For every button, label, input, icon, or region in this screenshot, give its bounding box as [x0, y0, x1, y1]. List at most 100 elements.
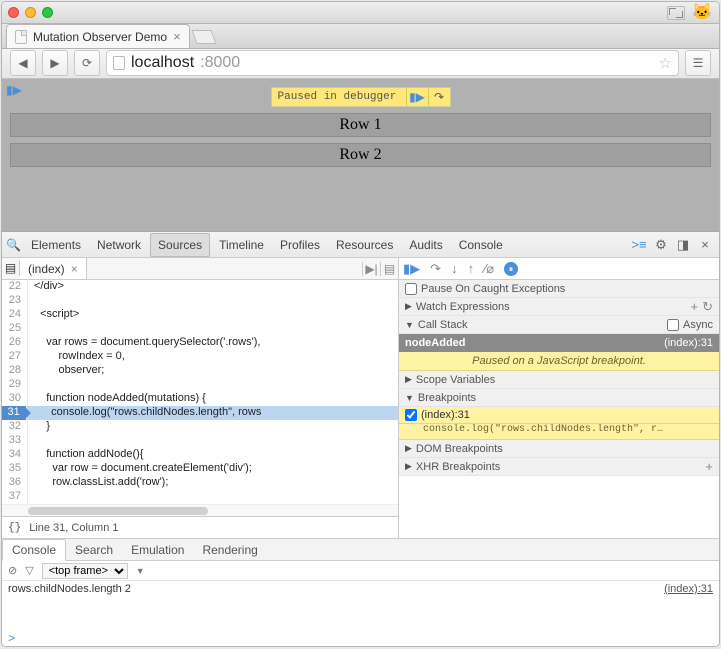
console-location[interactable]: (index):31: [664, 583, 713, 595]
reload-button[interactable]: ⟳: [74, 50, 100, 76]
pause-exceptions-row[interactable]: Pause On Caught Exceptions: [399, 280, 719, 298]
pause-exceptions-icon[interactable]: ⏸: [504, 262, 518, 276]
resume-button[interactable]: ▮▶: [403, 261, 420, 277]
callstack-frame[interactable]: nodeAdded (index):31: [399, 334, 719, 352]
scope-header[interactable]: ▶ Scope Variables: [399, 371, 719, 389]
deactivate-bp-icon[interactable]: ⁄⌀: [484, 261, 494, 277]
horizontal-scrollbar[interactable]: [2, 504, 398, 516]
close-file-icon[interactable]: ×: [71, 262, 78, 276]
drawer-tab-emulation[interactable]: Emulation: [122, 540, 193, 560]
pause-caught-checkbox[interactable]: [405, 283, 417, 295]
async-label: Async: [683, 319, 713, 331]
overlay-step-icon[interactable]: ↷: [428, 88, 450, 106]
callstack-header[interactable]: ▼ Call Stack Async: [399, 316, 719, 334]
close-devtools-icon[interactable]: ×: [695, 237, 715, 252]
fullscreen-icon[interactable]: [667, 6, 685, 20]
breakpoint-item[interactable]: (index):31: [399, 407, 719, 424]
add-watch-icon[interactable]: +: [691, 299, 699, 314]
clear-console-icon[interactable]: ⊘: [8, 564, 17, 577]
tab-console[interactable]: Console: [452, 234, 510, 256]
cursor-position: Line 31, Column 1: [29, 522, 118, 534]
resume-page-icon[interactable]: ▮▶: [6, 83, 22, 97]
source-tabs: ▤ (index) × ▶| ▤: [2, 258, 398, 280]
toggle-pane-icon[interactable]: ▤: [380, 262, 398, 276]
window-titlebar: 🐱: [2, 2, 719, 24]
step-into-icon[interactable]: ↓: [451, 261, 458, 276]
console-text: rows.childNodes.length 2: [8, 583, 131, 595]
tab-timeline[interactable]: Timeline: [212, 234, 271, 256]
breakpoint-detail: console.log("rows.childNodes.length", r…: [399, 424, 719, 440]
editor-status: {} Line 31, Column 1: [2, 516, 398, 538]
breakpoints-header[interactable]: ▼ Breakpoints: [399, 389, 719, 407]
overlay-resume-icon[interactable]: ▮▶: [406, 88, 428, 106]
code-editor[interactable]: 22</div>2324 <script>2526 var rows = doc…: [2, 280, 398, 504]
callstack-label: Call Stack: [418, 319, 468, 331]
page-icon: [15, 30, 27, 44]
refresh-watch-icon[interactable]: ↻: [702, 299, 713, 315]
breakpoint-checkbox[interactable]: [405, 409, 417, 421]
paused-reason: Paused on a JavaScript breakpoint.: [399, 352, 719, 371]
back-button[interactable]: ◀: [10, 50, 36, 76]
source-pane: ▤ (index) × ▶| ▤ 22</div>2324 <script>25…: [2, 258, 399, 538]
menu-button[interactable]: ☰: [685, 50, 711, 76]
tab-title: Mutation Observer Demo: [33, 30, 167, 44]
format-icon[interactable]: ▶|: [362, 262, 380, 276]
dom-bp-label: DOM Breakpoints: [416, 443, 503, 455]
tab-sources[interactable]: Sources: [150, 233, 210, 257]
scope-label: Scope Variables: [416, 374, 495, 386]
watch-header[interactable]: ▶ Watch Expressions + ↻: [399, 298, 719, 316]
show-drawer-icon[interactable]: >≡: [629, 237, 649, 252]
step-over-icon[interactable]: ↷: [430, 261, 441, 277]
browser-tab[interactable]: Mutation Observer Demo ×: [6, 24, 190, 48]
frame-dropdown-icon[interactable]: ▼: [136, 566, 145, 576]
dom-bp-header[interactable]: ▶ DOM Breakpoints: [399, 440, 719, 458]
drawer-tab-rendering[interactable]: Rendering: [193, 540, 266, 560]
address-bar[interactable]: localhost:8000 ☆: [106, 50, 679, 76]
drawer-tab-search[interactable]: Search: [66, 540, 122, 560]
add-xhr-bp-icon[interactable]: +: [705, 459, 713, 474]
frame-location: (index):31: [664, 337, 713, 349]
disclosure-icon: ▼: [405, 320, 414, 330]
async-checkbox[interactable]: [667, 319, 679, 331]
filter-icon[interactable]: ▽: [25, 564, 33, 577]
step-out-icon[interactable]: ↑: [468, 261, 475, 276]
bookmark-icon[interactable]: ☆: [659, 54, 672, 72]
forward-button[interactable]: ▶: [42, 50, 68, 76]
site-icon: [113, 56, 125, 70]
dock-icon[interactable]: ◨: [673, 237, 693, 253]
devtools-tabbar: 🔍 Elements Network Sources Timeline Prof…: [2, 232, 719, 258]
disclosure-icon: ▶: [405, 461, 412, 472]
console-prompt[interactable]: >: [2, 632, 719, 646]
breakpoints-label: Breakpoints: [418, 392, 476, 404]
tab-audits[interactable]: Audits: [402, 234, 449, 256]
drawer-tab-console[interactable]: Console: [2, 539, 66, 561]
tab-resources[interactable]: Resources: [329, 234, 400, 256]
zoom-icon[interactable]: [42, 7, 53, 18]
xhr-bp-header[interactable]: ▶ XHR Breakpoints +: [399, 458, 719, 476]
disclosure-icon: ▶: [405, 374, 412, 385]
xhr-bp-label: XHR Breakpoints: [416, 461, 500, 473]
disclosure-icon: ▶: [405, 301, 412, 312]
console-line: rows.childNodes.length 2 (index):31: [8, 583, 713, 595]
source-file-tab[interactable]: (index) ×: [20, 258, 87, 279]
tab-elements[interactable]: Elements: [24, 234, 88, 256]
pretty-print-icon[interactable]: {}: [8, 522, 21, 534]
tab-network[interactable]: Network: [90, 234, 148, 256]
disclosure-icon: ▶: [405, 443, 412, 454]
profile-avatar-icon[interactable]: 🐱: [691, 2, 713, 24]
debug-pane: ▮▶ ↷ ↓ ↑ ⁄⌀ ⏸ Pause On Caught Exceptions…: [399, 258, 719, 538]
console-drawer: Console Search Emulation Rendering ⊘ ▽ <…: [2, 538, 719, 646]
settings-icon[interactable]: ⚙: [651, 237, 671, 253]
new-tab-button[interactable]: [191, 30, 216, 44]
frame-selector[interactable]: <top frame>: [42, 563, 128, 579]
search-icon[interactable]: 🔍: [6, 238, 22, 252]
pause-caught-label: Pause On Caught Exceptions: [421, 283, 565, 295]
tab-profiles[interactable]: Profiles: [273, 234, 327, 256]
minimize-icon[interactable]: [25, 7, 36, 18]
close-tab-icon[interactable]: ×: [173, 29, 181, 44]
show-navigator-icon[interactable]: ▤: [2, 261, 20, 276]
browser-window: 🐱 Mutation Observer Demo × ◀ ▶ ⟳ localho…: [1, 1, 720, 647]
content-row: Row 1: [10, 113, 711, 137]
close-icon[interactable]: [8, 7, 19, 18]
drawer-tabs: Console Search Emulation Rendering: [2, 539, 719, 561]
